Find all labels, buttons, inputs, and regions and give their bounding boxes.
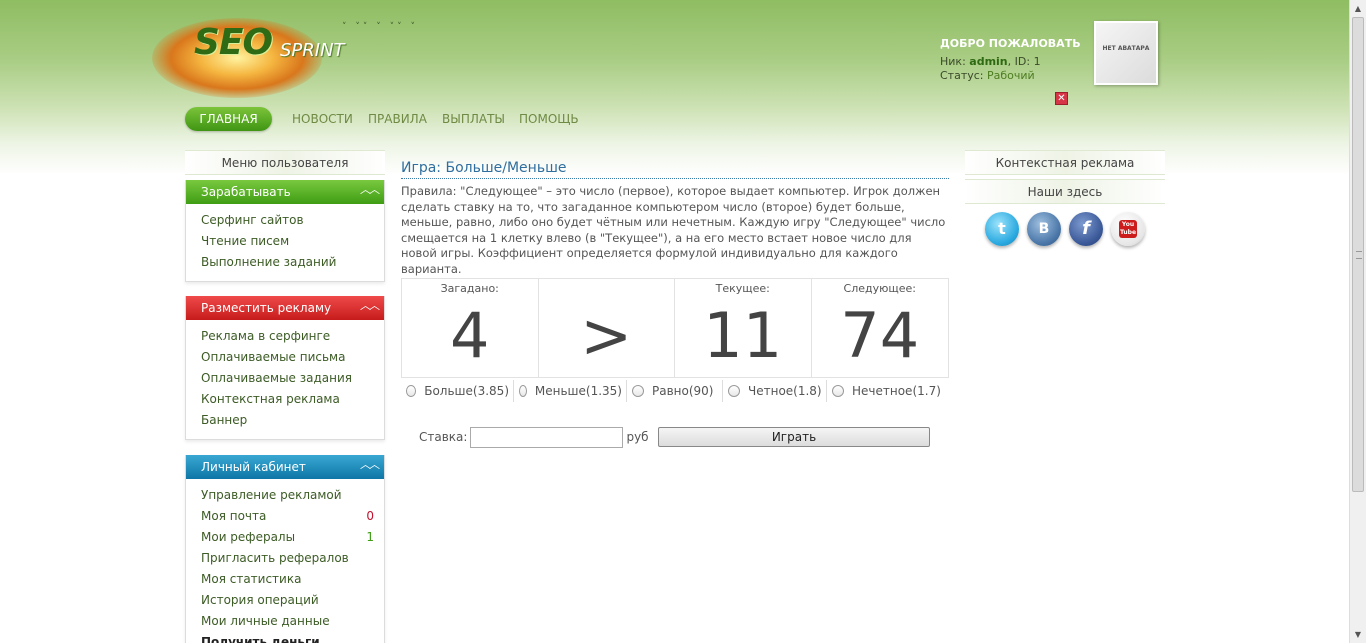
option-less[interactable]: Меньше(1.35) [514,380,627,402]
menu-item-surf-ads[interactable]: Реклама в серфинге [201,326,384,347]
logo-birds-icon: ˅ ˅˅ ˅ ˅˅ ˅ [342,22,418,32]
logo-seo-text: SEO [194,22,273,63]
page-title: Игра: Больше/Меньше [401,160,949,179]
menu-item-manage-ads[interactable]: Управление рекламой [201,485,384,506]
cell-guessed: Загадано: 4 [402,279,539,377]
avatar[interactable]: НЕТ АВАТАРА [1094,21,1158,85]
scrollbar-grip-icon [1356,251,1362,259]
menu-item-surfing[interactable]: Серфинг сайтов [201,210,384,231]
menu-item-banner[interactable]: Баннер [201,410,384,431]
current-number: 11 [703,299,783,372]
option-odd[interactable]: Нечетное(1.7) [827,380,947,402]
scroll-up-icon[interactable]: ▲ [1350,0,1366,17]
mail-count-badge: 0 [366,509,374,523]
user-id: 1 [1033,55,1041,68]
earn-section: Зарабатывать ︿︿ Серфинг сайтов Чтение пи… [185,180,385,282]
menu-item-withdraw[interactable]: Получить деньги [201,632,384,643]
social-links: t B f You Tube [985,212,1153,246]
youtube-icon[interactable]: You Tube [1111,212,1145,246]
radio-less[interactable] [519,385,527,397]
radio-odd[interactable] [832,385,844,397]
menu-item-invite[interactable]: Пригласить рефералов [201,548,384,569]
bet-input[interactable] [470,426,624,448]
nav-home[interactable]: ГЛАВНАЯ [185,107,272,131]
option-equal[interactable]: Равно(90) [627,380,723,402]
collapse-chevron-icon[interactable]: ︿︿ [360,178,380,202]
menu-item-tasks[interactable]: Выполнение заданий [201,252,384,273]
menu-item-my-mail[interactable]: Моя почта 0 [201,506,384,527]
nav-help[interactable]: ПОМОЩЬ [519,107,579,131]
menu-item-paid-mail[interactable]: Оплачиваемые письма [201,347,384,368]
nav-news[interactable]: НОВОСТИ [292,107,353,131]
user-nick: admin [969,55,1008,68]
advertise-section: Разместить рекламу ︿︿ Реклама в серфинге… [185,296,385,440]
radio-even[interactable] [728,385,740,397]
radio-more[interactable] [406,385,417,397]
currency-label: руб [626,430,649,444]
cabinet-section: Личный кабинет ︿︿ Управление рекламой Мо… [185,455,385,643]
guessed-number: 4 [450,299,490,372]
user-menu-title: Меню пользователя [185,150,385,175]
nav-rules[interactable]: ПРАВИЛА [368,107,427,131]
menu-item-statistics[interactable]: Моя статистика [201,569,384,590]
vk-icon[interactable]: B [1027,212,1061,246]
cell-next: Следующее: 74 [812,279,949,377]
menu-item-personal-data[interactable]: Мои личные данные [201,611,384,632]
game-rules-text: Правила: "Следующее" – это число (первое… [401,184,946,276]
advertise-section-header[interactable]: Разместить рекламу ︿︿ [186,296,384,320]
bet-options: Больше(3.85) Меньше(1.35) Равно(90) Четн… [401,380,949,402]
left-sidebar: Меню пользователя Зарабатывать ︿︿ Серфин… [185,150,385,643]
cell-comparison: > [539,279,675,377]
scroll-down-icon[interactable]: ▼ [1350,626,1366,643]
user-status: Рабочий [987,69,1035,82]
menu-item-history[interactable]: История операций [201,590,384,611]
next-number: 74 [840,299,920,372]
cabinet-section-header[interactable]: Личный кабинет ︿︿ [186,455,384,479]
page-scrollbar[interactable]: ▲ ▼ [1349,0,1366,643]
bet-row: Ставка: руб [419,426,649,448]
option-even[interactable]: Четное(1.8) [723,380,827,402]
cell-current: Текущее: 11 [675,279,812,377]
context-ads-title: Контекстная реклама [965,150,1165,175]
nav-payouts[interactable]: ВЫПЛАТЫ [442,107,505,131]
play-button[interactable]: Играть [658,427,930,447]
option-more[interactable]: Больше(3.85) [401,380,514,402]
right-sidebar: Контекстная реклама Наши здесь t B f You… [965,150,1165,246]
game-board: Загадано: 4 > Текущее: 11 Следующее: 74 [401,278,949,378]
facebook-icon[interactable]: f [1069,212,1103,246]
twitter-icon[interactable]: t [985,212,1019,246]
site-logo[interactable]: SEO SPRINT ˅ ˅˅ ˅ ˅˅ ˅ [152,8,422,100]
earn-section-header[interactable]: Зарабатывать ︿︿ [186,180,384,204]
bet-label: Ставка: [419,430,468,444]
logo-sprint-text: SPRINT [280,40,345,61]
user-nick-line: Ник: admin, ID: 1 [940,55,1041,68]
radio-equal[interactable] [632,385,644,397]
menu-item-read-mail[interactable]: Чтение писем [201,231,384,252]
welcome-title: ДОБРО ПОЖАЛОВАТЬ [940,37,1081,50]
user-status-line: Статус: Рабочий [940,69,1035,82]
our-socials-title: Наши здесь [965,179,1165,204]
menu-item-my-referrals[interactable]: Мои рефералы 1 [201,527,384,548]
comparison-sign: > [580,299,633,372]
logout-close-icon[interactable]: ✕ [1055,92,1068,105]
welcome-panel: ДОБРО ПОЖАЛОВАТЬ Ник: admin, ID: 1 Стату… [940,37,1090,83]
collapse-chevron-icon[interactable]: ︿︿ [360,453,380,477]
menu-item-context-ads[interactable]: Контекстная реклама [201,389,384,410]
game-panel: Игра: Больше/Меньше Правила: "Следующее"… [401,160,949,448]
menu-item-paid-tasks[interactable]: Оплачиваемые задания [201,368,384,389]
collapse-chevron-icon[interactable]: ︿︿ [360,294,380,318]
referral-count-badge: 1 [366,530,374,544]
scrollbar-thumb[interactable] [1352,17,1364,492]
